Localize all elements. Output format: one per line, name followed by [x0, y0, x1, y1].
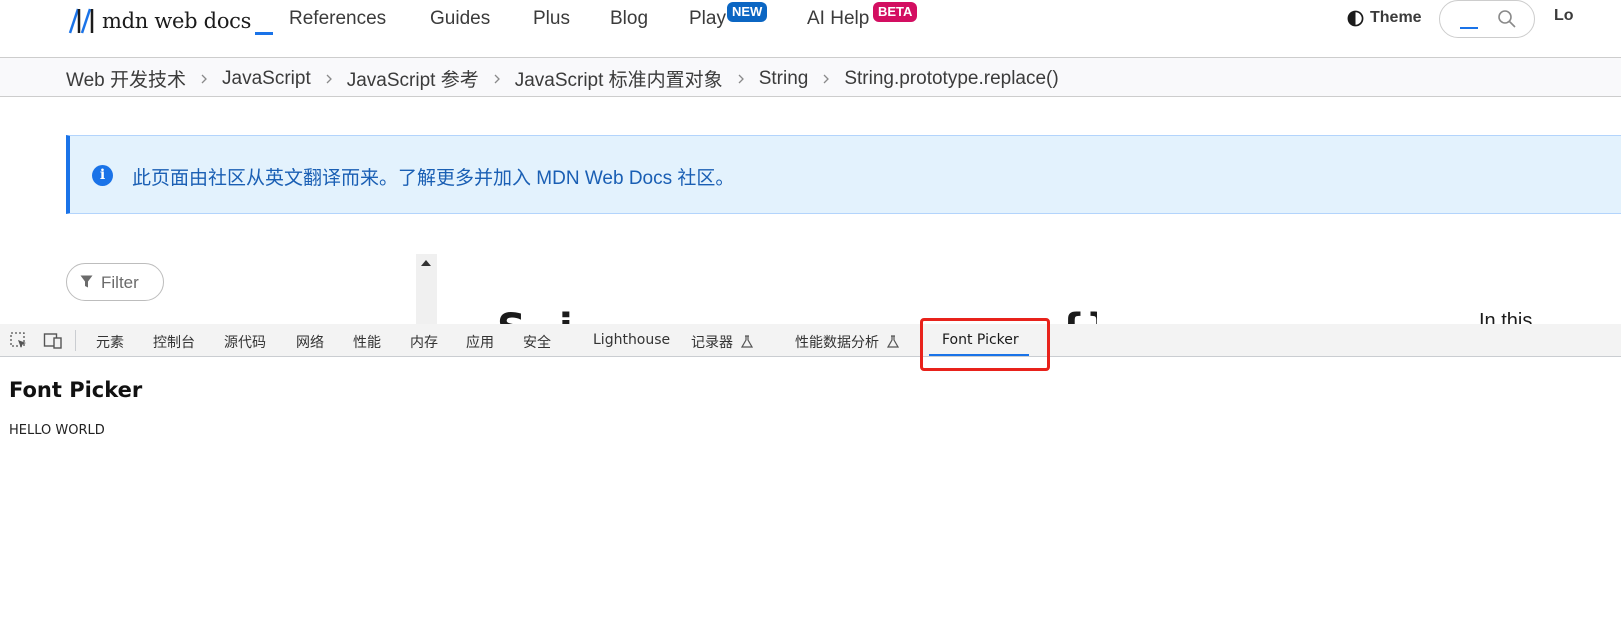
- beta-badge: BETA: [873, 2, 918, 22]
- breadcrumb-javascript[interactable]: JavaScript: [222, 68, 311, 90]
- filter-icon: [80, 275, 93, 288]
- notice-suffix: 。: [715, 168, 735, 189]
- experiment-flask-icon: [887, 335, 899, 348]
- tab-security[interactable]: 安全: [523, 332, 551, 352]
- notice-text: 此页面由社区从英文翻译而来。了解更多并加入 MDN Web Docs 社区。: [132, 163, 734, 190]
- breadcrumb: Web 开发技术 JavaScript JavaScript 参考 JavaSc…: [0, 58, 1621, 97]
- breadcrumb-js-reference[interactable]: JavaScript 参考: [347, 65, 479, 92]
- nav-ai-help[interactable]: AI Help: [807, 6, 869, 32]
- panel-title: Font Picker: [9, 378, 143, 402]
- panel-sample-text: HELLO WORLD: [9, 423, 105, 438]
- tab-performance[interactable]: 性能: [353, 332, 381, 352]
- contrast-icon: [1347, 10, 1364, 26]
- search-icon[interactable]: [1497, 9, 1517, 29]
- tab-lighthouse[interactable]: Lighthouse: [593, 332, 670, 348]
- chevron-right-icon: [326, 74, 332, 83]
- breadcrumb-string[interactable]: String: [759, 68, 809, 90]
- logo-text: mdn web docs: [102, 9, 252, 33]
- tab-network[interactable]: 网络: [296, 332, 324, 352]
- tab-memory[interactable]: 内存: [410, 332, 438, 352]
- device-toolbar-icon[interactable]: [43, 331, 63, 351]
- breadcrumb-builtin-objects[interactable]: JavaScript 标准内置对象: [515, 65, 723, 92]
- tabbar-divider: [75, 330, 76, 351]
- info-icon: i: [92, 165, 113, 186]
- chevron-right-icon: [201, 74, 207, 83]
- mdn-logo[interactable]: mdn web docs: [68, 6, 274, 36]
- community-link[interactable]: MDN Web Docs 社区: [536, 168, 715, 189]
- search-input[interactable]: [1439, 0, 1535, 38]
- devtools-tabbar: 元素 控制台 源代码 网络 性能 内存 应用 安全 Lighthouse 记录器…: [0, 324, 1621, 357]
- chevron-right-icon: [738, 74, 744, 83]
- scroll-up-arrow-icon[interactable]: [421, 260, 431, 266]
- mdn-logo-icon: [68, 8, 94, 34]
- tab-sources[interactable]: 源代码: [224, 332, 266, 352]
- logo-cursor: [255, 31, 274, 35]
- tab-performance-insights[interactable]: 性能数据分析: [795, 332, 899, 352]
- login-button[interactable]: Lo: [1554, 7, 1574, 25]
- tab-console[interactable]: 控制台: [153, 332, 195, 352]
- tab-application[interactable]: 应用: [466, 332, 494, 352]
- nav-references[interactable]: References: [289, 6, 386, 32]
- nav-plus[interactable]: Plus: [533, 6, 570, 32]
- sidebar-scrollbar[interactable]: [416, 254, 437, 324]
- inspect-element-icon[interactable]: [9, 331, 29, 351]
- nav-guides[interactable]: Guides: [430, 6, 490, 32]
- nav-play[interactable]: Play: [689, 6, 726, 32]
- theme-toggle[interactable]: Theme: [1347, 7, 1422, 29]
- breadcrumb-web-tech[interactable]: Web 开发技术: [66, 65, 186, 92]
- theme-label: Theme: [1370, 9, 1422, 26]
- chevron-right-icon: [494, 74, 500, 83]
- experiment-flask-icon: [741, 335, 753, 348]
- chevron-right-icon: [823, 74, 830, 83]
- sidebar-filter-input[interactable]: Filter: [66, 263, 164, 301]
- nav-blog[interactable]: Blog: [610, 6, 648, 32]
- tab-performance-insights-label: 性能数据分析: [795, 335, 879, 351]
- filter-placeholder: Filter: [101, 273, 139, 292]
- breadcrumb-current-page[interactable]: String.prototype.replace(): [844, 68, 1058, 90]
- notice-message: 此页面由社区从英文翻译而来。了解更多并加入: [132, 168, 537, 189]
- translation-notice: i 此页面由社区从英文翻译而来。了解更多并加入 MDN Web Docs 社区。: [66, 135, 1621, 214]
- tab-elements[interactable]: 元素: [96, 332, 124, 352]
- tab-recorder[interactable]: 记录器: [691, 332, 753, 352]
- devtools-panel: 元素 控制台 源代码 网络 性能 内存 应用 安全 Lighthouse 记录器…: [0, 324, 1621, 633]
- top-navigation: mdn web docs References Guides Plus Blog…: [0, 0, 1621, 58]
- tab-recorder-label: 记录器: [691, 335, 733, 351]
- toc-heading-clipped: In this: [1479, 310, 1533, 324]
- search-text-cursor: [1460, 27, 1478, 29]
- annotation-highlight-box: [920, 318, 1050, 371]
- new-badge: NEW: [727, 2, 768, 22]
